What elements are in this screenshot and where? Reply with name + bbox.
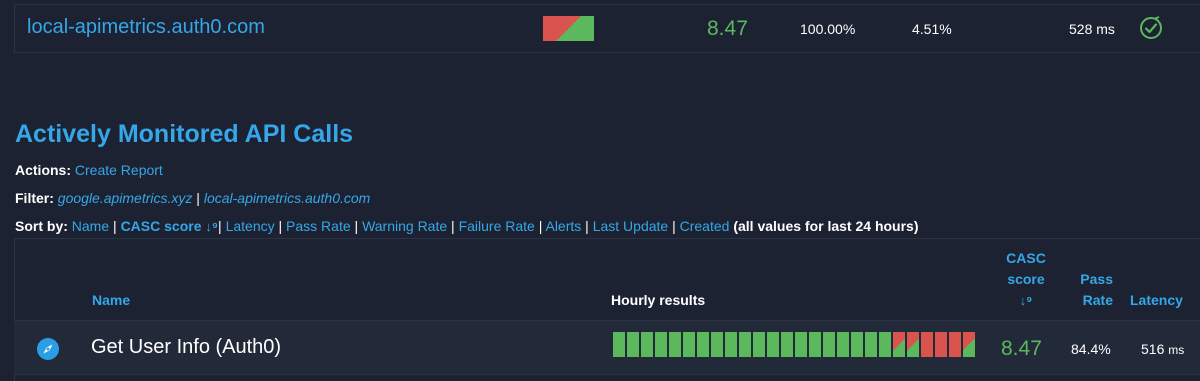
api-call-name-link[interactable]: Get User Info (Auth0) (91, 336, 281, 359)
hourly-result-cell[interactable] (795, 332, 807, 357)
sort-ascending-icon: ↓⁹ (205, 219, 219, 234)
domain-warning-rate: 4.51% (912, 21, 952, 37)
hourly-result-cell[interactable] (851, 332, 863, 357)
hourly-result-cell[interactable] (879, 332, 891, 357)
sort-created-link[interactable]: Created (680, 218, 730, 234)
domain-latency: 528 ms (1069, 21, 1115, 37)
hourly-result-cell[interactable] (725, 332, 737, 357)
sort-name-link[interactable]: Name (72, 218, 109, 234)
row-casc-score: 8.47 (1001, 337, 1042, 360)
filter-label: Filter: (15, 190, 54, 206)
hourly-result-cell[interactable] (865, 332, 877, 357)
sort-casc-score-link[interactable]: CASC score (121, 218, 202, 234)
hourly-result-cell[interactable] (669, 332, 681, 357)
hourly-result-cell[interactable] (907, 332, 919, 357)
hourly-results (613, 332, 975, 357)
hourly-result-cell[interactable] (949, 332, 961, 357)
hourly-result-cell[interactable] (655, 332, 667, 357)
sort-pass-rate-link[interactable]: Pass Rate (286, 218, 351, 234)
hourly-result-cell[interactable] (781, 332, 793, 357)
hourly-result-cell[interactable] (837, 332, 849, 357)
row-pass-rate: 84.4% (1071, 341, 1111, 357)
hourly-result-cell[interactable] (809, 332, 821, 357)
check-circle-icon (1140, 16, 1162, 39)
sort-warning-rate-link[interactable]: Warning Rate (362, 218, 447, 234)
column-header-latency[interactable]: Latency (1130, 290, 1183, 311)
actions-label: Actions: (15, 162, 71, 178)
sort-alerts-link[interactable]: Alerts (545, 218, 581, 234)
hourly-result-cell[interactable] (739, 332, 751, 357)
table-row[interactable]: Get User Info (Auth0) 8.47 84.4% 516 ms (14, 320, 1200, 375)
hourly-result-cell[interactable] (627, 332, 639, 357)
sort-failure-rate-link[interactable]: Failure Rate (459, 218, 535, 234)
hourly-result-cell[interactable] (683, 332, 695, 357)
sort-label: Sort by: (15, 218, 68, 234)
filter-link-auth0[interactable]: local-apimetrics.auth0.com (204, 190, 371, 206)
hourly-result-cell[interactable] (753, 332, 765, 357)
domain-status-badge (543, 16, 594, 41)
section-title: Actively Monitored API Calls (15, 120, 354, 148)
sort-ascending-icon: ↓⁹ (1019, 293, 1033, 308)
domain-casc-score: 8.47 (707, 17, 748, 40)
column-header-hourly: Hourly results (611, 292, 706, 308)
filter-link-google[interactable]: google.apimetrics.xyz (58, 190, 193, 206)
sort-last-update-link[interactable]: Last Update (593, 218, 669, 234)
hourly-result-cell[interactable] (921, 332, 933, 357)
actions-line: Actions: Create Report (15, 162, 163, 178)
column-header-pass-rate[interactable]: Pass Rate (1077, 269, 1113, 311)
sort-line: Sort by: Name | CASC score ↓⁹| Latency |… (15, 218, 919, 234)
hourly-result-cell[interactable] (963, 332, 975, 357)
hourly-result-cell[interactable] (697, 332, 709, 357)
domain-summary-row: local-apimetrics.auth0.com 8.47 100.00% … (14, 4, 1200, 53)
hourly-result-cell[interactable] (767, 332, 779, 357)
hourly-result-cell[interactable] (641, 332, 653, 357)
create-report-link[interactable]: Create Report (75, 162, 163, 178)
filter-line: Filter: google.apimetrics.xyz | local-ap… (15, 190, 371, 206)
domain-link[interactable]: local-apimetrics.auth0.com (27, 16, 265, 39)
hourly-result-cell[interactable] (893, 332, 905, 357)
sort-latency-link[interactable]: Latency (226, 218, 275, 234)
column-header-casc-score[interactable]: CASC score ↓⁹ (1006, 248, 1046, 311)
hourly-result-cell[interactable] (613, 332, 625, 357)
column-header-name[interactable]: Name (92, 290, 130, 311)
domain-pass-rate: 100.00% (800, 21, 856, 37)
hourly-result-cell[interactable] (823, 332, 835, 357)
compass-icon (37, 338, 59, 360)
sort-note: (all values for last 24 hours) (733, 218, 919, 234)
row-latency: 516 ms (1141, 341, 1185, 357)
hourly-result-cell[interactable] (711, 332, 723, 357)
hourly-result-cell[interactable] (935, 332, 947, 357)
